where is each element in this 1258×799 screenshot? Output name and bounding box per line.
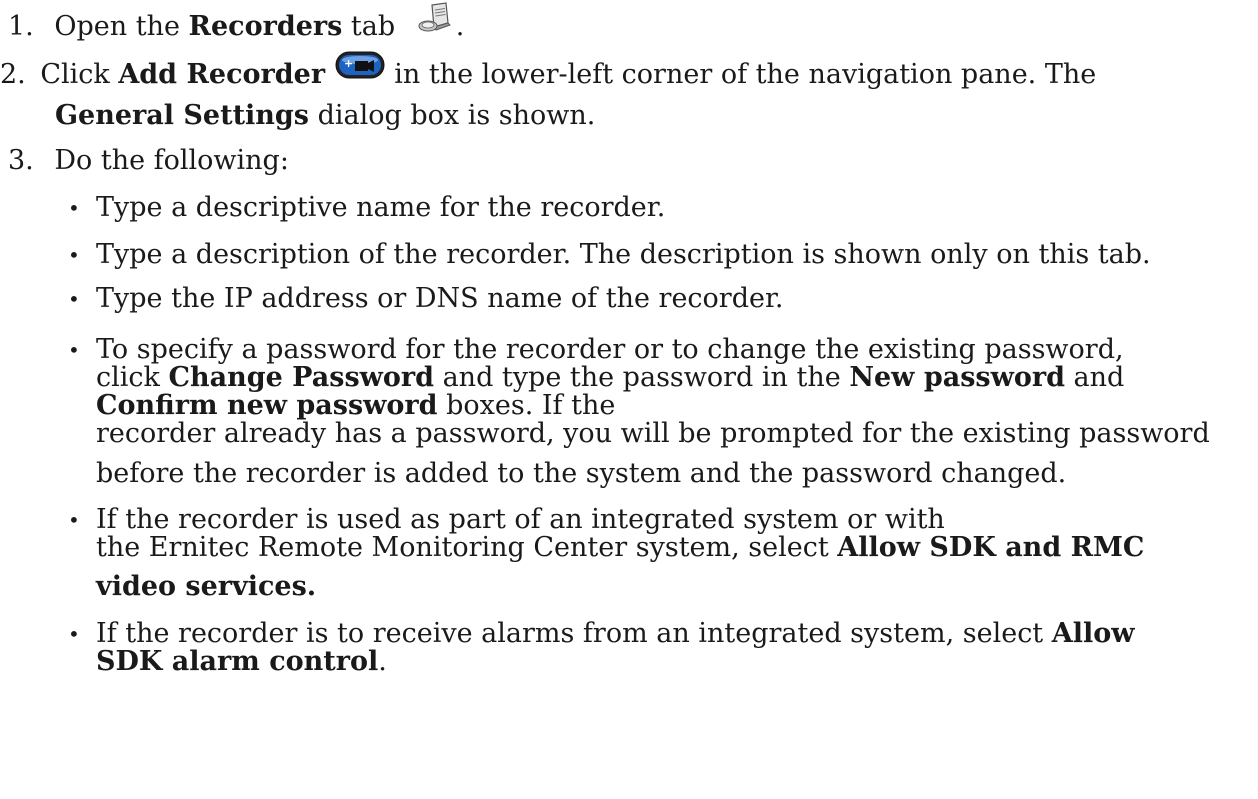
- bullet-item-continued: recorder already has a password, you wil…: [96, 418, 1210, 449]
- step-1: 1. Open the Recorders tab .: [8, 2, 465, 44]
- recorders-tab-label: Recorders: [188, 11, 343, 42]
- bullet-marker: •: [68, 287, 80, 311]
- step-2: 2. Click Add Recorder + in the lower-lef…: [0, 51, 1097, 92]
- step-text: tab: [342, 11, 396, 42]
- bullet-marker: •: [68, 243, 80, 267]
- step-number: 3.: [8, 145, 34, 176]
- step-text: Open the: [54, 11, 189, 42]
- video-services-label: video services.: [96, 571, 317, 602]
- add-recorder-label: Add Recorder: [118, 59, 326, 90]
- add-recorder-icon: +: [334, 49, 386, 90]
- new-password-label: New password: [849, 362, 1065, 393]
- bullet-marker: •: [68, 622, 80, 646]
- text-run: and: [1064, 362, 1125, 393]
- step-text: dialog box is shown.: [309, 100, 596, 131]
- instructions-page: 1. Open the Recorders tab . 2. Click Add…: [0, 0, 1258, 799]
- step-text: Click: [40, 59, 119, 90]
- step-text: in the lower-left corner of the navigati…: [385, 59, 1097, 90]
- text-run: .: [378, 646, 387, 677]
- step-end: .: [455, 11, 465, 42]
- bullet-item-continued: video services.: [96, 570, 316, 604]
- sdk-alarm-control-label: SDK alarm control: [96, 646, 379, 677]
- step-3: 3. Do the following:: [8, 144, 289, 178]
- bullet-item-continued: before the recorder is added to the syst…: [96, 458, 1067, 489]
- bullet-item: Type the IP address or DNS name of the r…: [96, 283, 784, 314]
- step-number: 1.: [8, 11, 34, 42]
- bullet-marker: •: [68, 508, 80, 532]
- step-text: Do the following:: [54, 145, 289, 176]
- bullet-item-continued: SDK alarm control.: [96, 645, 387, 679]
- step-2-continued: General Settings dialog box is shown.: [55, 99, 595, 133]
- allow-sdk-rmc-label: Allow SDK and RMC: [837, 532, 1145, 563]
- general-settings-label: General Settings: [55, 100, 310, 131]
- text-run: the Ernitec Remote Monitoring Center sys…: [96, 532, 838, 563]
- bullet-marker: •: [68, 196, 80, 220]
- bullet-item: Type a description of the recorder. The …: [96, 239, 1151, 270]
- bullet-marker: •: [68, 338, 80, 362]
- recorders-tab-icon: [418, 1, 456, 44]
- step-number: 2.: [0, 59, 26, 90]
- svg-text:+: +: [344, 57, 353, 70]
- bullet-item-continued: the Ernitec Remote Monitoring Center sys…: [96, 531, 1144, 565]
- bullet-item: Type a descriptive name for the recorder…: [96, 192, 666, 223]
- allow-label: Allow: [1051, 618, 1135, 649]
